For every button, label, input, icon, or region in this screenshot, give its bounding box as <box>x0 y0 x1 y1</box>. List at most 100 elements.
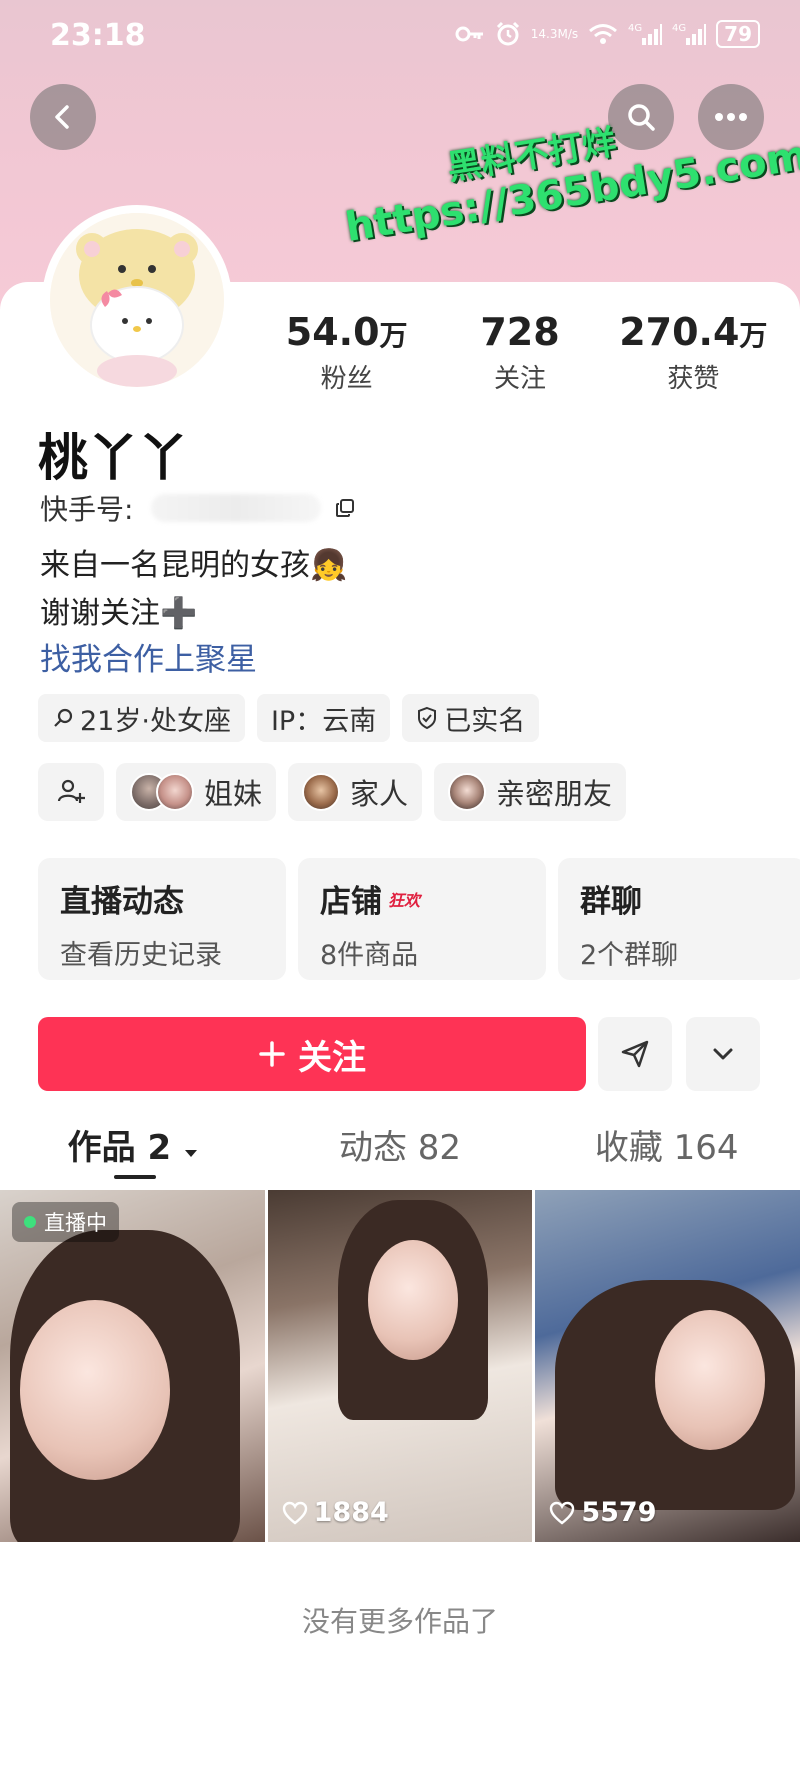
content-tabs: 作品 2 动态 82 收藏 164 <box>0 1120 800 1180</box>
relation-family[interactable]: 家人 <box>288 763 423 821</box>
signal-icon-1: 4G <box>628 22 663 46</box>
thumb-graphic <box>367 1240 458 1360</box>
shop-promo-badge: 狂欢 <box>388 890 421 910</box>
stat-following[interactable]: 728 关注 <box>433 310 606 395</box>
live-badge: 直播中 <box>12 1202 119 1242</box>
tab-favorites[interactable]: 收藏 164 <box>533 1120 800 1180</box>
wifi-icon <box>588 23 618 45</box>
profile-stats: 54.0万 粉丝 728 关注 270.4万 获赞 <box>260 310 780 395</box>
back-button[interactable] <box>30 84 96 150</box>
tab-moments[interactable]: 动态 82 <box>267 1120 534 1180</box>
stat-label: 粉丝 <box>320 364 373 394</box>
card-shop[interactable]: 店铺 狂欢 8件商品 <box>298 858 546 980</box>
work-thumbnail[interactable]: 5579 <box>535 1190 800 1542</box>
live-dot-icon <box>24 1216 36 1228</box>
status-bar: 23:18 14.3 M/s 4G 4G 79 <box>0 0 800 72</box>
stat-unit: 万 <box>739 319 768 352</box>
bio-line2: 谢谢关注➕ <box>40 596 198 631</box>
svg-text:4G: 4G <box>628 23 642 34</box>
likes-count: 1884 <box>282 1497 389 1528</box>
no-more-works-text: 没有更多作品了 <box>301 1605 498 1638</box>
relation-label: 家人 <box>350 777 409 811</box>
card-title: 群聊 <box>580 884 642 920</box>
stat-unit: 万 <box>379 319 408 352</box>
mini-avatar <box>156 773 194 811</box>
follow-label: 关注 <box>298 1037 366 1078</box>
kuaishou-id-value-blurred <box>151 494 322 522</box>
likes-count: 5579 <box>549 1497 657 1528</box>
live-badge-label: 直播中 <box>44 1211 107 1235</box>
stat-value: 54.0 <box>285 310 380 354</box>
likes-value: 5579 <box>581 1497 657 1528</box>
card-subtitle: 2个群聊 <box>580 940 679 971</box>
relation-close-friends[interactable]: 亲密朋友 <box>434 763 627 821</box>
business-link[interactable]: 找我合作上聚星 <box>40 634 257 679</box>
tag-label: IP：云南 <box>270 705 377 737</box>
tab-works[interactable]: 作品 2 <box>0 1120 267 1180</box>
card-subtitle: 查看历史记录 <box>60 940 222 971</box>
chevron-down-icon <box>713 1048 733 1060</box>
battery-indicator: 79 <box>716 20 760 48</box>
tag-age-zodiac[interactable]: 21岁·处女座 <box>38 694 245 742</box>
card-group-chat[interactable]: 群聊 2个群聊 <box>558 858 800 980</box>
card-live-history[interactable]: 直播动态 查看历史记录 <box>38 858 286 980</box>
kuaishou-id-row: 快手号: <box>40 488 355 528</box>
share-button[interactable] <box>598 1017 672 1091</box>
send-icon <box>621 1040 649 1068</box>
status-time: 23:18 <box>50 18 146 53</box>
profile-tags: 21岁·处女座 IP：云南 已实名 <box>38 694 540 742</box>
add-relation-button[interactable] <box>38 763 104 821</box>
alarm-icon <box>495 21 521 47</box>
avatar[interactable] <box>42 205 232 395</box>
tag-label: 已实名 <box>444 705 526 737</box>
relation-sisters[interactable]: 姐妹 <box>116 763 277 821</box>
card-title: 店铺 <box>320 884 382 920</box>
copy-icon[interactable] <box>335 498 355 518</box>
network-speed: 14.3 M/s <box>530 27 579 41</box>
work-thumbnail[interactable]: 1884 <box>267 1190 533 1542</box>
svg-text:4G: 4G <box>672 23 686 34</box>
stat-likes[interactable]: 270.4万 获赞 <box>607 310 780 395</box>
more-options-dropdown[interactable] <box>686 1017 760 1091</box>
key-icon <box>455 24 485 44</box>
heart-icon <box>282 1501 307 1525</box>
stat-followers[interactable]: 54.0万 粉丝 <box>260 310 433 395</box>
relation-avatars <box>130 773 194 811</box>
profile-nickname: 桃丫丫 <box>38 429 188 487</box>
stat-label: 获赞 <box>667 364 720 394</box>
stat-value: 728 <box>480 310 560 354</box>
follow-button[interactable]: 关注 <box>38 1017 586 1091</box>
thumb-graphic <box>20 1300 170 1480</box>
relation-label: 亲密朋友 <box>496 777 613 811</box>
bio-line1: 来自一名昆明的女孩👧 <box>40 548 348 583</box>
works-grid: 直播中 1884 5579 <box>0 1190 800 1542</box>
tag-label: 21岁·处女座 <box>80 705 231 737</box>
heart-icon <box>550 1501 575 1525</box>
stat-label: 关注 <box>493 364 546 394</box>
active-tab-indicator <box>114 1175 156 1179</box>
stat-value: 270.4 <box>619 310 740 354</box>
status-icons: 14.3 M/s 4G 4G 79 <box>455 20 760 48</box>
shield-check-icon <box>418 706 437 730</box>
mini-avatar <box>302 773 341 811</box>
feature-cards: 直播动态 查看历史记录 店铺 狂欢 8件商品 群聊 2个群聊 <box>38 858 800 980</box>
tab-label: 收藏 164 <box>594 1128 739 1168</box>
signal-icon-2: 4G <box>672 22 707 46</box>
card-title: 直播动态 <box>60 884 184 920</box>
search-small-icon <box>54 708 73 727</box>
kuaishou-id-label: 快手号: <box>40 493 134 526</box>
relations-row: 姐妹 家人 亲密朋友 <box>38 763 627 821</box>
tag-ip: IP：云南 <box>256 694 391 742</box>
relation-label: 姐妹 <box>204 777 263 811</box>
likes-value: 1884 <box>313 1497 389 1528</box>
tag-verified[interactable]: 已实名 <box>402 694 540 742</box>
card-subtitle: 8件商品 <box>320 940 419 971</box>
avatar-image <box>50 213 224 387</box>
add-user-icon <box>57 779 85 803</box>
chevron-left-icon <box>55 105 69 129</box>
tab-label: 动态 82 <box>338 1128 462 1168</box>
caret-down-icon <box>185 1150 197 1157</box>
work-thumbnail[interactable]: 直播中 <box>0 1190 265 1542</box>
thumb-graphic <box>655 1310 766 1450</box>
tab-label: 作品 2 <box>67 1128 172 1168</box>
